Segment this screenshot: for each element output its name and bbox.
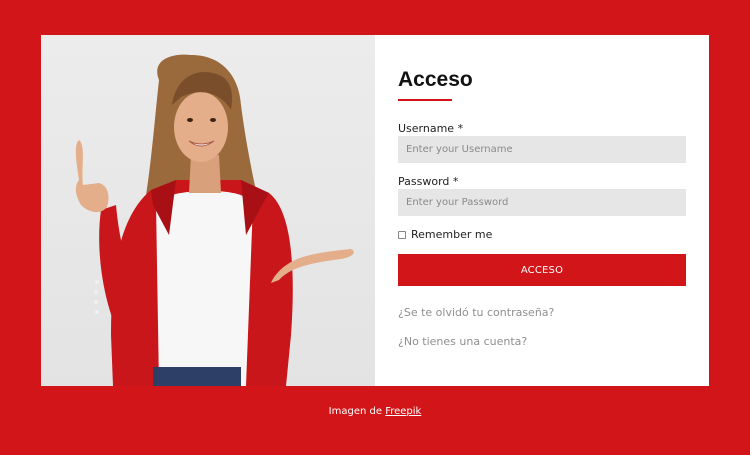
hero-photo xyxy=(41,35,375,386)
remember-label: Remember me xyxy=(411,228,493,241)
title-underline xyxy=(398,99,452,101)
credit-prefix: Imagen de xyxy=(328,406,382,417)
login-card: Acceso Username * Password * Remember me… xyxy=(41,35,709,386)
signup-link[interactable]: ¿No tienes una cuenta? xyxy=(398,335,527,348)
password-label: Password * xyxy=(398,175,459,188)
login-form: Acceso Username * Password * Remember me… xyxy=(375,35,709,386)
password-input[interactable] xyxy=(398,189,686,216)
form-title: Acceso xyxy=(398,68,473,91)
remember-me[interactable]: Remember me xyxy=(398,228,492,241)
footer-credit: Imagen de Freepik xyxy=(0,406,750,417)
woman-pointing-illustration xyxy=(75,54,354,386)
forgot-password-link[interactable]: ¿Se te olvidó tu contraseña? xyxy=(398,306,554,319)
username-input[interactable] xyxy=(398,136,686,163)
username-label: Username * xyxy=(398,122,464,135)
login-button[interactable]: ACCESO xyxy=(398,254,686,286)
remember-checkbox[interactable] xyxy=(398,230,406,239)
freepik-link[interactable]: Freepik xyxy=(385,406,421,417)
